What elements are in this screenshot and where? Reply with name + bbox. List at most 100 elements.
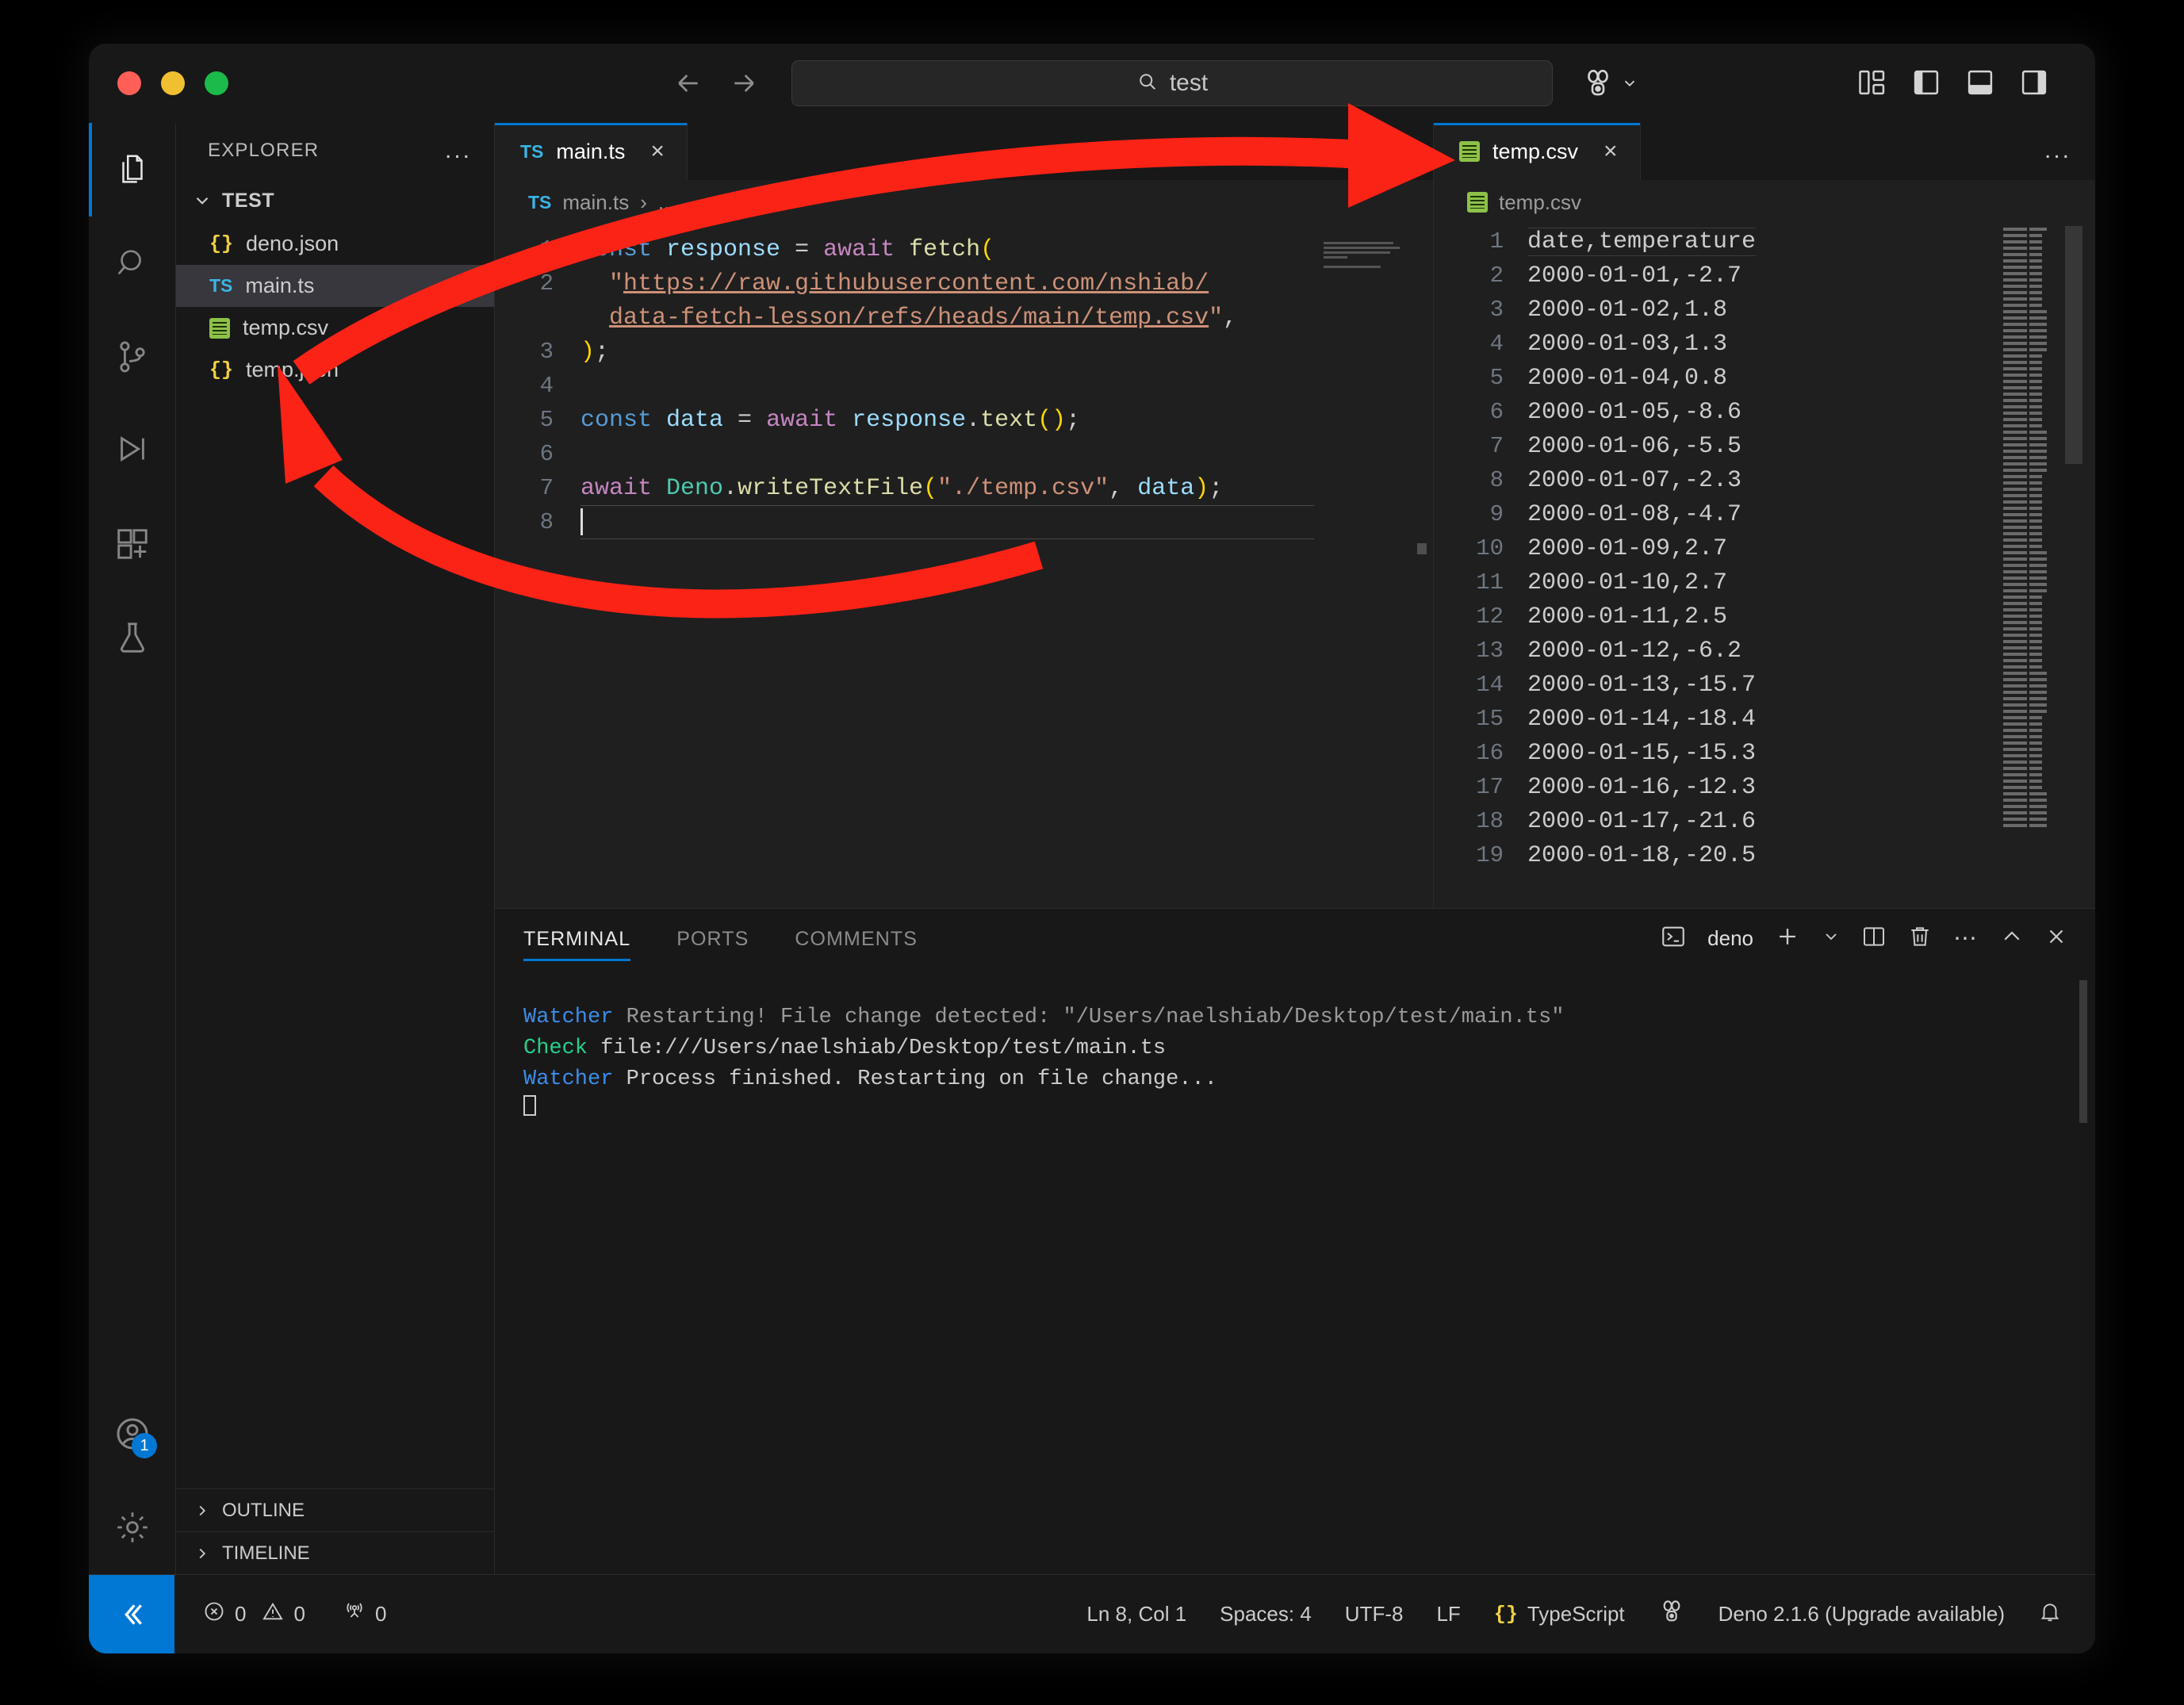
code-token: ( <box>923 474 938 502</box>
minimap-line <box>2003 632 2052 638</box>
sidebar-item-search[interactable] <box>89 216 176 310</box>
command-center-search[interactable]: test <box>791 60 1553 106</box>
code-token: ( <box>980 236 995 263</box>
breadcrumb-main[interactable]: TS main.ts › ... <box>495 180 1433 224</box>
breadcrumb-csv[interactable]: temp.csv <box>1434 180 2095 224</box>
status-language-mode[interactable]: {} TypeScript <box>1494 1602 1625 1626</box>
status-encoding[interactable]: UTF-8 <box>1345 1602 1404 1626</box>
maximize-panel-icon[interactable] <box>2000 925 2024 952</box>
status-cursor-position[interactable]: Ln 8, Col 1 <box>1086 1602 1186 1626</box>
close-icon[interactable]: × <box>1604 138 1618 165</box>
csv-line: 17 2000-01-16,-12.3 <box>1434 770 2095 804</box>
tab-main-ts[interactable]: TS main.ts × <box>495 123 688 180</box>
minimap-line <box>2003 753 2052 759</box>
code-line: data-fetch-lesson/refs/heads/main/temp.c… <box>495 301 1433 335</box>
trash-icon[interactable] <box>1907 924 1933 953</box>
code-editor-main[interactable]: 1 const response = await fetch(2 "https:/… <box>495 224 1433 539</box>
chevron-right-icon <box>193 1502 211 1519</box>
tab-temp-csv[interactable]: temp.csv × <box>1434 123 1641 180</box>
code-token: const <box>580 406 667 434</box>
status-eol[interactable]: LF <box>1436 1602 1460 1626</box>
toggle-primary-sidebar-icon[interactable] <box>1911 69 1941 96</box>
breadcrumb-file: main.ts <box>562 190 630 214</box>
customize-layout-icon[interactable] <box>1857 69 1887 96</box>
editor-scrollbar-csv[interactable] <box>2065 226 2082 464</box>
sidebar-item-run-and-debug[interactable] <box>89 404 176 497</box>
tab-terminal[interactable]: TERMINAL <box>523 909 631 969</box>
terminal-output[interactable]: Watcher Restarting! File change detected… <box>495 969 2095 1128</box>
bell-icon[interactable] <box>2038 1600 2062 1629</box>
close-icon[interactable]: × <box>650 138 665 165</box>
minimap-line <box>2003 264 2052 270</box>
minimap-line <box>2003 251 2052 258</box>
forward-icon[interactable] <box>728 67 760 99</box>
back-icon[interactable] <box>672 67 704 99</box>
accounts-button[interactable]: 1 <box>89 1387 176 1481</box>
terminal-token: Check <box>523 1036 588 1061</box>
panel-timeline[interactable]: TIMELINE <box>176 1531 495 1574</box>
plus-icon[interactable] <box>1774 923 1801 954</box>
line-number: 3 <box>539 339 554 365</box>
chevron-down-icon[interactable] <box>1822 927 1841 950</box>
csv-line: 1 date,temperature <box>1434 224 2095 259</box>
code-token: text <box>980 406 1038 434</box>
status-indentation[interactable]: Spaces: 4 <box>1220 1602 1312 1626</box>
status-deno-version[interactable]: Deno 2.1.6 (Upgrade available) <box>1718 1602 2005 1626</box>
minimap-line <box>2003 721 2052 727</box>
file-item-deno-json[interactable]: {} deno.json <box>176 223 494 265</box>
file-name: temp.csv <box>243 316 329 339</box>
file-item-temp-json[interactable]: {} temp.json <box>176 349 494 391</box>
minimap-line <box>2003 442 2052 448</box>
line-number: 8 <box>539 509 554 535</box>
remote-window-button[interactable] <box>89 1574 174 1653</box>
status-problems[interactable]: 0 0 <box>203 1600 305 1628</box>
file-item-temp-csv[interactable]: temp.csv <box>176 307 494 349</box>
open-changes-icon[interactable] <box>1379 137 1409 168</box>
editor-more-actions-icon[interactable]: ... <box>2044 137 2071 164</box>
sidebar-item-source-control[interactable] <box>89 310 176 404</box>
line-number: 5 <box>1489 365 1504 391</box>
close-window-button[interactable] <box>117 71 141 95</box>
remote-indicator-titlebar[interactable] <box>1581 67 1638 100</box>
maximize-window-button[interactable] <box>205 71 228 95</box>
minimap-main[interactable] <box>1324 242 1411 289</box>
panel-more-actions-icon[interactable]: ⋯ <box>1953 925 1979 952</box>
line-number: 10 <box>1476 535 1504 561</box>
editor-scrollbar-main[interactable] <box>1417 543 1427 554</box>
csv-line: 13 2000-01-12,-6.2 <box>1434 634 2095 668</box>
panel-outline[interactable]: OUTLINE <box>176 1489 495 1531</box>
minimap-csv[interactable] <box>2003 226 2052 868</box>
minimap-line <box>2003 619 2052 626</box>
terminal-scrollbar[interactable] <box>2079 980 2087 1123</box>
minimap-line <box>2003 695 2052 702</box>
explorer-more-actions-icon[interactable]: ... <box>445 137 472 164</box>
sidebar-item-extensions[interactable] <box>89 497 176 591</box>
tab-comments[interactable]: COMMENTS <box>795 909 918 969</box>
folder-section-test[interactable]: TEST <box>176 178 494 223</box>
minimap-line <box>2003 810 2052 816</box>
minimap-line <box>2003 778 2052 784</box>
code-token: . <box>723 474 738 502</box>
minimize-window-button[interactable] <box>161 71 185 95</box>
toggle-panel-icon[interactable] <box>1965 69 1995 96</box>
close-panel-icon[interactable] <box>2044 925 2068 952</box>
line-number: 3 <box>1489 297 1504 323</box>
minimap-line <box>2003 385 2052 391</box>
status-ports[interactable]: 0 <box>343 1600 386 1628</box>
deno-icon[interactable] <box>1658 1598 1685 1630</box>
toggle-secondary-sidebar-icon[interactable] <box>2019 69 2049 96</box>
title-bar: test <box>89 44 2095 123</box>
minimap-line <box>2003 664 2052 670</box>
typescript-icon: TS <box>520 140 544 162</box>
code-editor-csv[interactable]: 1 date,temperature 2 2000-01-01,-2.7 3 2000-0… <box>1434 224 2095 872</box>
tab-ports[interactable]: PORTS <box>676 909 749 969</box>
code-line: 6 <box>495 437 1433 471</box>
file-item-main-ts[interactable]: TS main.ts <box>176 265 494 307</box>
manage-settings-button[interactable] <box>89 1481 176 1574</box>
split-terminal-icon[interactable] <box>1861 924 1887 953</box>
sidebar-item-explorer[interactable] <box>89 123 176 216</box>
terminal-cursor <box>523 1095 2095 1127</box>
sidebar-item-testing[interactable] <box>89 591 176 684</box>
csv-text: 2000-01-12,-6.2 <box>1527 637 1742 665</box>
terminal-shell-label[interactable]: deno <box>1707 926 1753 951</box>
